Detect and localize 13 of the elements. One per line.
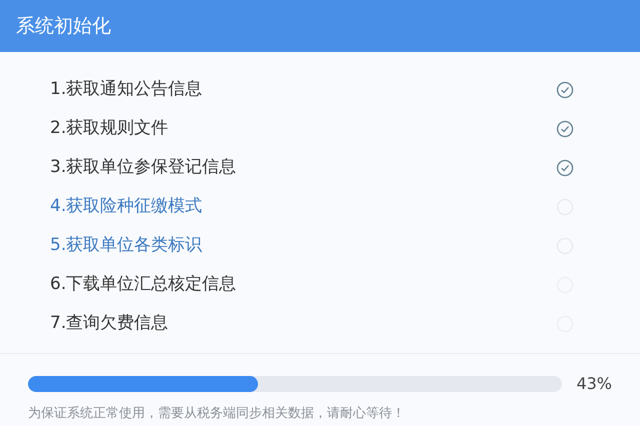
step-label: 2.获取规则文件 bbox=[50, 116, 168, 140]
step-label: 3.获取单位参保登记信息 bbox=[50, 156, 236, 179]
check-circle-icon bbox=[556, 158, 574, 176]
window-title: 系统初始化 bbox=[16, 14, 111, 39]
note-text: 为保证系统正常使用，需要从税务端同步相关数据，请耐心等待！ bbox=[28, 405, 406, 423]
step-label: 1.获取通知公告信息 bbox=[50, 78, 202, 101]
step-label: 7.查询欠费信息 bbox=[50, 312, 168, 335]
check-circle-icon bbox=[556, 80, 574, 98]
step-label: 5.获取单位各类标识 bbox=[50, 234, 202, 257]
check-circle-icon bbox=[556, 120, 574, 138]
progress-percent: 43% bbox=[576, 373, 612, 395]
step-label: 4.获取险种征缴模式 bbox=[50, 194, 202, 218]
step-label: 6.下载单位汇总核定信息 bbox=[50, 272, 236, 296]
